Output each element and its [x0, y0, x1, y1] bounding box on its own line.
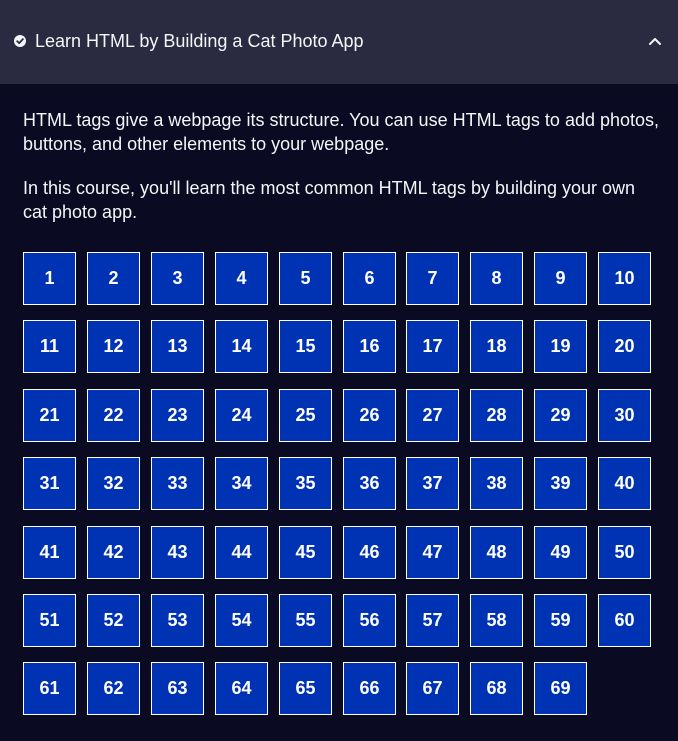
step-button-15[interactable]: 15 [279, 320, 332, 373]
step-button-56[interactable]: 56 [343, 594, 396, 647]
step-button-27[interactable]: 27 [406, 389, 459, 442]
step-button-69[interactable]: 69 [534, 662, 587, 715]
step-button-39[interactable]: 39 [534, 457, 587, 510]
course-description-1: HTML tags give a webpage its structure. … [23, 110, 660, 154]
step-button-35[interactable]: 35 [279, 457, 332, 510]
step-button-64[interactable]: 64 [215, 662, 268, 715]
course-header[interactable]: Learn HTML by Building a Cat Photo App [0, 0, 678, 84]
step-button-37[interactable]: 37 [406, 457, 459, 510]
step-button-14[interactable]: 14 [215, 320, 268, 373]
chevron-up-icon[interactable] [647, 35, 663, 47]
step-button-30[interactable]: 30 [598, 389, 651, 442]
step-button-48[interactable]: 48 [470, 526, 523, 579]
step-button-28[interactable]: 28 [470, 389, 523, 442]
step-button-23[interactable]: 23 [151, 389, 204, 442]
step-button-47[interactable]: 47 [406, 526, 459, 579]
step-button-68[interactable]: 68 [470, 662, 523, 715]
step-button-36[interactable]: 36 [343, 457, 396, 510]
step-button-11[interactable]: 11 [23, 320, 76, 373]
step-button-4[interactable]: 4 [215, 252, 268, 305]
step-button-53[interactable]: 53 [151, 594, 204, 647]
step-button-52[interactable]: 52 [87, 594, 140, 647]
step-button-8[interactable]: 8 [470, 252, 523, 305]
step-button-21[interactable]: 21 [23, 389, 76, 442]
step-button-26[interactable]: 26 [343, 389, 396, 442]
step-button-57[interactable]: 57 [406, 594, 459, 647]
step-button-12[interactable]: 12 [87, 320, 140, 373]
step-button-17[interactable]: 17 [406, 320, 459, 373]
step-button-20[interactable]: 20 [598, 320, 651, 373]
step-button-6[interactable]: 6 [343, 252, 396, 305]
step-button-10[interactable]: 10 [598, 252, 651, 305]
step-button-55[interactable]: 55 [279, 594, 332, 647]
step-button-18[interactable]: 18 [470, 320, 523, 373]
step-button-46[interactable]: 46 [343, 526, 396, 579]
step-button-65[interactable]: 65 [279, 662, 332, 715]
step-button-22[interactable]: 22 [87, 389, 140, 442]
step-button-40[interactable]: 40 [598, 457, 651, 510]
step-button-45[interactable]: 45 [279, 526, 332, 579]
step-button-9[interactable]: 9 [534, 252, 587, 305]
check-circle-icon [14, 35, 26, 47]
step-button-61[interactable]: 61 [23, 662, 76, 715]
step-button-50[interactable]: 50 [598, 526, 651, 579]
step-button-42[interactable]: 42 [87, 526, 140, 579]
step-button-24[interactable]: 24 [215, 389, 268, 442]
step-button-38[interactable]: 38 [470, 457, 523, 510]
step-button-31[interactable]: 31 [23, 457, 76, 510]
step-button-25[interactable]: 25 [279, 389, 332, 442]
step-button-3[interactable]: 3 [151, 252, 204, 305]
step-button-5[interactable]: 5 [279, 252, 332, 305]
step-button-67[interactable]: 67 [406, 662, 459, 715]
step-button-66[interactable]: 66 [343, 662, 396, 715]
step-button-13[interactable]: 13 [151, 320, 204, 373]
course-description-2: In this course, you'll learn the most co… [23, 178, 636, 222]
step-button-32[interactable]: 32 [87, 457, 140, 510]
step-button-41[interactable]: 41 [23, 526, 76, 579]
step-button-58[interactable]: 58 [470, 594, 523, 647]
step-button-59[interactable]: 59 [534, 594, 587, 647]
step-button-7[interactable]: 7 [406, 252, 459, 305]
step-button-29[interactable]: 29 [534, 389, 587, 442]
step-button-49[interactable]: 49 [534, 526, 587, 579]
step-button-1[interactable]: 1 [23, 252, 76, 305]
step-button-44[interactable]: 44 [215, 526, 268, 579]
step-button-34[interactable]: 34 [215, 457, 268, 510]
step-button-33[interactable]: 33 [151, 457, 204, 510]
step-button-19[interactable]: 19 [534, 320, 587, 373]
step-button-2[interactable]: 2 [87, 252, 140, 305]
step-button-43[interactable]: 43 [151, 526, 204, 579]
step-button-16[interactable]: 16 [343, 320, 396, 373]
step-button-62[interactable]: 62 [87, 662, 140, 715]
step-button-63[interactable]: 63 [151, 662, 204, 715]
step-button-60[interactable]: 60 [598, 594, 651, 647]
step-button-51[interactable]: 51 [23, 594, 76, 647]
step-button-54[interactable]: 54 [215, 594, 268, 647]
course-title[interactable]: Learn HTML by Building a Cat Photo App [35, 30, 364, 52]
